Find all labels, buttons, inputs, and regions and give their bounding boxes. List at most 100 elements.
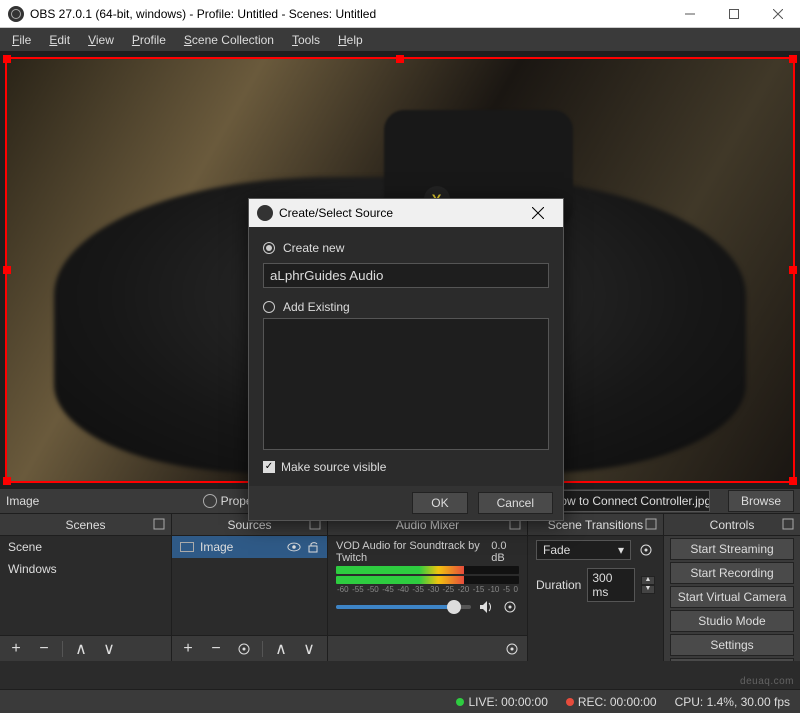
live-status: LIVE: 00:00:00 [456, 695, 547, 709]
scene-item[interactable]: Windows [0, 558, 171, 580]
status-bar: LIVE: 00:00:00 REC: 00:00:00 CPU: 1.4%, … [0, 689, 800, 713]
menu-file[interactable]: File [4, 31, 39, 49]
remove-scene-button[interactable]: − [34, 639, 54, 659]
add-existing-label: Add Existing [283, 300, 350, 314]
minimize-button[interactable] [668, 0, 712, 28]
obs-logo-icon [257, 205, 273, 221]
maximize-button[interactable] [712, 0, 756, 28]
create-new-label: Create new [283, 241, 344, 255]
audio-level-meter [336, 576, 519, 584]
radio-icon [263, 301, 275, 313]
menu-edit[interactable]: Edit [41, 31, 78, 49]
sources-list[interactable]: Image [172, 536, 327, 635]
menu-tools[interactable]: Tools [284, 31, 328, 49]
audio-settings-button[interactable] [501, 598, 519, 616]
audio-scale: -60-55-50-45-40-35-30-25-20-15-10-50 [336, 585, 519, 594]
browse-button[interactable]: Browse [728, 490, 794, 512]
chevron-down-icon: ▾ [618, 543, 624, 557]
scenes-list[interactable]: Scene Windows [0, 536, 171, 635]
scenes-title: Scenes [65, 518, 105, 532]
start-streaming-button[interactable]: Start Streaming [670, 538, 794, 560]
remove-source-button[interactable]: − [206, 639, 226, 659]
dialog-title: Create/Select Source [279, 206, 393, 220]
selected-source-label: Image [6, 494, 39, 508]
spin-up-button[interactable]: ▲ [641, 576, 655, 585]
popout-icon[interactable] [782, 518, 794, 530]
scenes-panel: Scenes Scene Windows + − ∧ ∨ [0, 514, 172, 661]
gear-icon [203, 494, 217, 508]
audio-level-meter [336, 566, 519, 574]
obs-logo-icon [8, 6, 24, 22]
image-source-icon [180, 542, 194, 552]
start-virtual-camera-button[interactable]: Start Virtual Camera [670, 586, 794, 608]
resize-handle[interactable] [3, 266, 11, 274]
exit-button[interactable]: Exit [670, 658, 794, 661]
source-item[interactable]: Image [172, 536, 327, 558]
window-title: OBS 27.0.1 (64-bit, windows) - Profile: … [30, 7, 668, 21]
scene-transitions-body: Fade ▾ Duration 300 ms ▲ ▼ [528, 536, 663, 661]
volume-slider[interactable] [336, 605, 471, 609]
menu-bar: File Edit View Profile Scene Collection … [0, 28, 800, 52]
ok-button[interactable]: OK [412, 492, 467, 514]
window-titlebar: OBS 27.0.1 (64-bit, windows) - Profile: … [0, 0, 800, 28]
visibility-toggle[interactable] [287, 540, 301, 554]
resize-handle[interactable] [3, 477, 11, 485]
menu-scene-collection[interactable]: Scene Collection [176, 31, 282, 49]
transition-settings-button[interactable] [637, 541, 655, 559]
create-new-radio[interactable]: Create new [263, 241, 549, 255]
sources-toolbar: + − ∧ ∨ [172, 635, 327, 661]
scene-transitions-panel: Scene Transitions Fade ▾ Duration 300 ms… [528, 514, 664, 661]
resize-handle[interactable] [396, 55, 404, 63]
resize-handle[interactable] [789, 55, 797, 63]
spin-down-button[interactable]: ▼ [641, 585, 655, 594]
controls-body: Start Streaming Start Recording Start Vi… [664, 536, 800, 661]
lock-toggle[interactable] [307, 541, 319, 553]
cpu-status: CPU: 1.4%, 30.00 fps [675, 695, 790, 709]
popout-icon[interactable] [153, 518, 165, 530]
mute-button[interactable] [477, 598, 495, 616]
scene-item[interactable]: Scene [0, 536, 171, 558]
audio-track-name: VOD Audio for Soundtrack by Twitch [336, 540, 491, 564]
popout-icon[interactable] [645, 518, 657, 530]
make-visible-checkbox[interactable]: ✓ Make source visible [263, 460, 549, 474]
menu-profile[interactable]: Profile [124, 31, 174, 49]
source-up-button[interactable]: ∧ [271, 639, 291, 659]
settings-button[interactable]: Settings [670, 634, 794, 656]
duration-input[interactable]: 300 ms [587, 568, 635, 602]
menu-help[interactable]: Help [330, 31, 371, 49]
scenes-toolbar: + − ∧ ∨ [0, 635, 171, 661]
existing-sources-list[interactable] [263, 318, 549, 450]
add-existing-radio[interactable]: Add Existing [263, 300, 549, 314]
menu-view[interactable]: View [80, 31, 122, 49]
live-dot-icon [456, 698, 464, 706]
start-recording-button[interactable]: Start Recording [670, 562, 794, 584]
source-properties-button[interactable] [234, 639, 254, 659]
studio-mode-button[interactable]: Studio Mode [670, 610, 794, 632]
audio-mixer-body: VOD Audio for Soundtrack by Twitch 0.0 d… [328, 536, 527, 635]
source-down-button[interactable]: ∨ [299, 639, 319, 659]
controls-panel: Controls Start Streaming Start Recording… [664, 514, 800, 661]
dialog-close-button[interactable] [521, 199, 555, 227]
scene-up-button[interactable]: ∧ [71, 639, 91, 659]
make-visible-label: Make source visible [281, 460, 386, 474]
source-name-input[interactable] [263, 263, 549, 288]
mixer-menu-button[interactable] [503, 640, 521, 658]
checkbox-icon: ✓ [263, 461, 275, 473]
resize-handle[interactable] [3, 55, 11, 63]
close-button[interactable] [756, 0, 800, 28]
rec-status: REC: 00:00:00 [566, 695, 657, 709]
add-source-button[interactable]: + [178, 639, 198, 659]
lower-panels: Scenes Scene Windows + − ∧ ∨ Sources Ima… [0, 514, 800, 661]
separator [262, 641, 263, 657]
audio-mixer-panel: Audio Mixer VOD Audio for Soundtrack by … [328, 514, 528, 661]
resize-handle[interactable] [789, 266, 797, 274]
cancel-button[interactable]: Cancel [478, 492, 553, 514]
resize-handle[interactable] [789, 477, 797, 485]
add-scene-button[interactable]: + [6, 639, 26, 659]
duration-spinner[interactable]: ▲ ▼ [641, 576, 655, 594]
dialog-button-row: OK Cancel [249, 486, 563, 520]
rec-dot-icon [566, 698, 574, 706]
transition-select[interactable]: Fade ▾ [536, 540, 631, 560]
scene-down-button[interactable]: ∨ [99, 639, 119, 659]
dialog-titlebar[interactable]: Create/Select Source [249, 199, 563, 227]
